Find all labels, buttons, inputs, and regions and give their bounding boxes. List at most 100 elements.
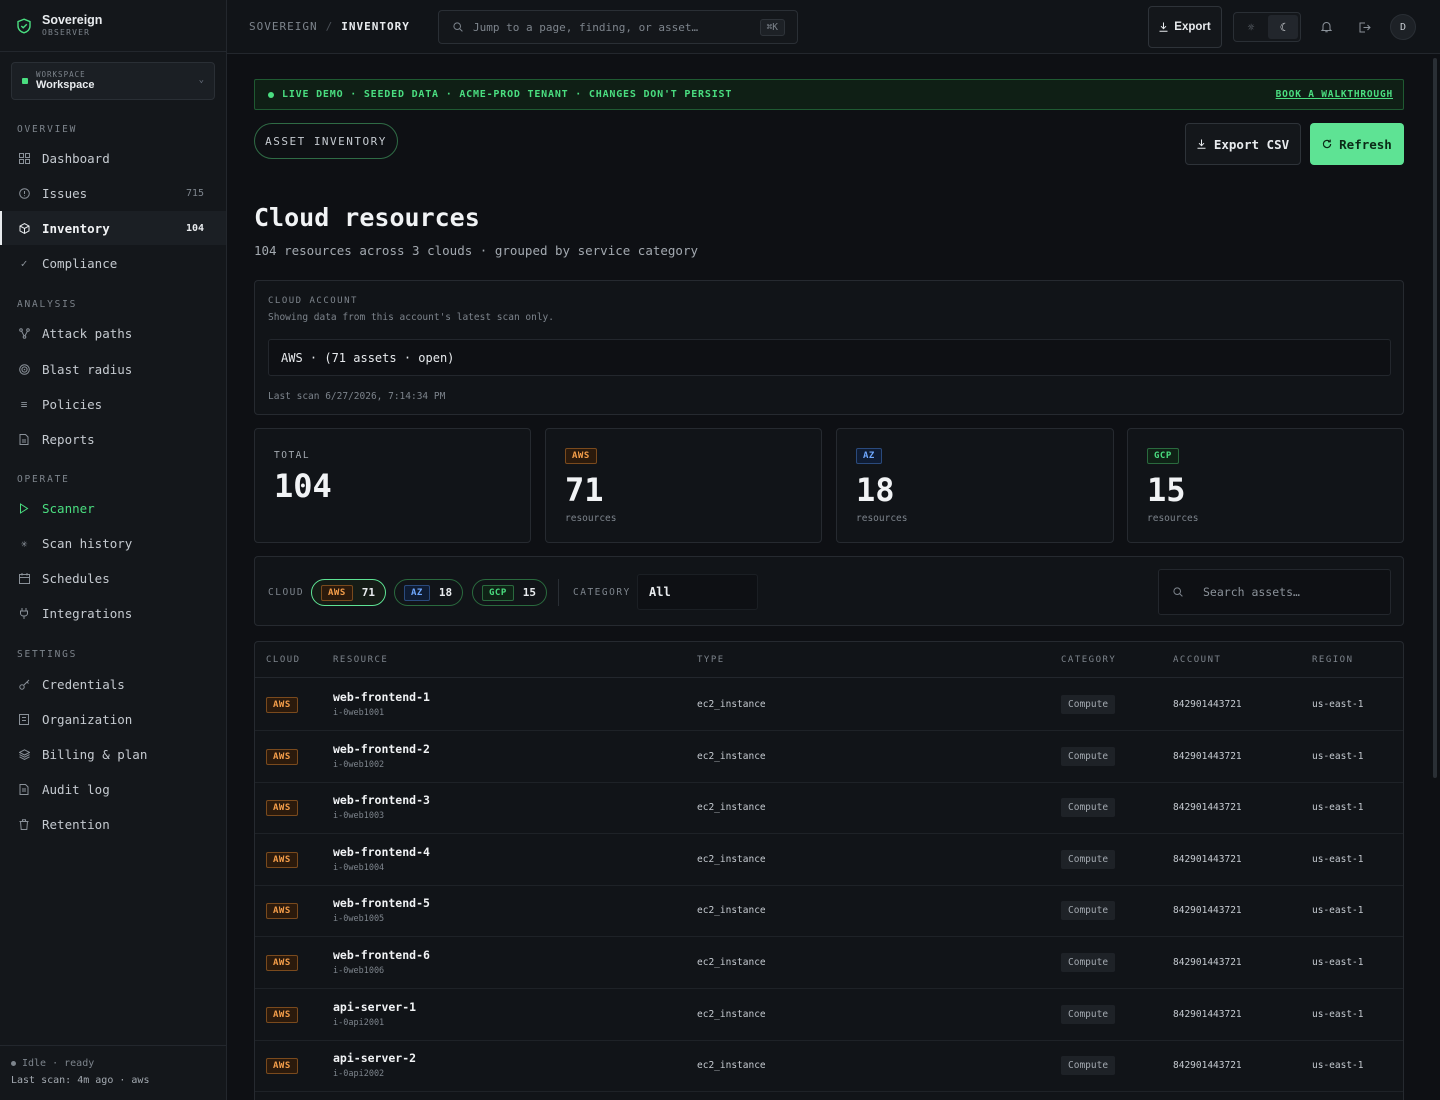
sidebar-item-attack-paths[interactable]: Attack paths (0, 316, 226, 350)
sidebar-item-schedules[interactable]: Schedules (0, 561, 226, 595)
sidebar-item-label: Compliance (42, 255, 118, 271)
sidebar-item-dashboard[interactable]: Dashboard (0, 141, 226, 175)
brand[interactable]: Sovereign OBSERVER (0, 0, 226, 52)
column-header-region[interactable]: REGION (1312, 655, 1354, 665)
scanner-status: Idle · ready (22, 1058, 95, 1069)
cloud-badge: AWS (266, 852, 298, 868)
sidebar-item-billing[interactable]: Billing & plan (0, 737, 226, 771)
export-label: Export (1174, 21, 1211, 33)
account-id: 842901443721 (1173, 854, 1242, 865)
breadcrumb-root[interactable]: SOVEREIGN (249, 20, 318, 33)
sidebar: Sovereign OBSERVER WORKSPACE Workspace ⌄… (0, 0, 227, 1100)
sidebar-item-audit-log[interactable]: Audit log (0, 772, 226, 806)
sun-icon[interactable]: ☼ (1236, 15, 1266, 39)
global-search-input[interactable]: Jump to a page, finding, or asset… ⌘K (438, 10, 798, 44)
nav-section-settings: SETTINGS (17, 649, 78, 660)
account-id: 842901443721 (1173, 905, 1242, 916)
cloud-chip-gcp[interactable]: GCP 15 (472, 579, 548, 606)
brand-subtitle: OBSERVER (42, 27, 91, 37)
workspace-status-dot (22, 78, 28, 84)
last-scan-info: Last scan: 4m ago · aws (11, 1075, 150, 1086)
logout-icon[interactable] (1355, 17, 1375, 37)
resource-name[interactable]: web-frontend-1 (333, 690, 430, 704)
table-row[interactable]: AWS api-server-1 i-0api2001 ec2_instance Com… (255, 989, 1403, 1041)
column-header-resource[interactable]: RESOURCE (333, 655, 388, 665)
column-header-cloud[interactable]: CLOUD (266, 655, 301, 665)
resource-name[interactable]: api-server-2 (333, 1051, 416, 1065)
stat-card-aws[interactable]: AWS 71 resources (545, 428, 822, 543)
moon-icon[interactable]: ☾ (1268, 15, 1298, 39)
sun-burst-icon: ✳ (20, 536, 28, 550)
column-header-category[interactable]: CATEGORY (1061, 655, 1116, 665)
table-row[interactable]: AWS web-frontend-6 i-0web1006 ec2_instance C… (255, 937, 1403, 989)
column-header-type[interactable]: TYPE (697, 655, 725, 665)
resource-name[interactable]: web-frontend-4 (333, 845, 430, 859)
cloud-chip-aws[interactable]: AWS 71 (311, 579, 387, 606)
target-icon (18, 363, 30, 375)
theme-toggle[interactable]: ☼ ☾ (1233, 12, 1301, 42)
resource-type: ec2_instance (697, 905, 766, 916)
sidebar-item-reports[interactable]: Reports (0, 422, 226, 456)
sidebar-item-issues[interactable]: Issues 715 (0, 176, 226, 210)
sidebar-item-scan-history[interactable]: ✳ Scan history (0, 526, 226, 560)
sidebar-item-compliance[interactable]: ✓ Compliance (0, 246, 226, 280)
resource-name[interactable]: web-frontend-6 (333, 948, 430, 962)
table-row[interactable]: AWS api-server-2 i-0api2002 ec2_instance Com… (255, 1040, 1403, 1092)
table-row[interactable]: AWS web-frontend-4 i-0web1004 ec2_instance C… (255, 834, 1403, 886)
category-filter-label: CATEGORY (573, 587, 631, 598)
page-scrollbar[interactable] (1433, 58, 1437, 778)
export-csv-label: Export CSV (1213, 136, 1290, 152)
sidebar-item-integrations[interactable]: Integrations (0, 596, 226, 630)
stat-gcp-value: 15 (1147, 471, 1186, 509)
stat-card-gcp[interactable]: GCP 15 resources (1127, 428, 1404, 543)
resource-id: i-0api2002 (333, 1069, 385, 1079)
sidebar-item-label: Organization (42, 711, 133, 727)
asset-search-input[interactable]: Search assets… (1158, 569, 1391, 615)
list-icon: ≡ (20, 397, 28, 411)
export-button[interactable]: Export (1148, 6, 1222, 48)
category-select[interactable]: All (637, 574, 758, 610)
avatar[interactable]: D (1390, 14, 1416, 40)
sidebar-item-inventory[interactable]: Inventory 104 (0, 211, 226, 245)
table-row[interactable]: AWS web-frontend-5 i-0web1005 ec2_instance C… (255, 885, 1403, 937)
table-row[interactable]: AWS web-frontend-2 i-0web1002 ec2_instance C… (255, 731, 1403, 783)
global-search-placeholder: Jump to a page, finding, or asset… (473, 20, 699, 34)
topbar: SOVEREIGN / INVENTORY Jump to a page, find… (227, 0, 1440, 54)
bell-icon[interactable] (1316, 17, 1336, 37)
status-dot (11, 1061, 16, 1066)
workspace-switcher[interactable]: WORKSPACE Workspace ⌄ (11, 62, 215, 100)
cloud-account-select[interactable]: AWS · (71 assets · open) (268, 339, 1391, 376)
stat-azure-value: 18 (856, 471, 895, 509)
cloud-chip-azure[interactable]: AZ 18 (394, 579, 464, 606)
sidebar-item-label: Attack paths (42, 325, 133, 341)
sidebar-item-organization[interactable]: Organization (0, 702, 226, 736)
sidebar-item-scanner[interactable]: Scanner (0, 491, 226, 525)
account-id: 842901443721 (1173, 1060, 1242, 1071)
resource-name[interactable]: web-frontend-5 (333, 896, 430, 910)
sidebar-item-policies[interactable]: ≡ Policies (0, 387, 226, 421)
cloud-badge: AWS (266, 903, 298, 919)
plug-icon (18, 607, 30, 619)
sidebar-item-label: Dashboard (42, 150, 110, 166)
refresh-button[interactable]: Refresh (1310, 123, 1404, 165)
shield-check-icon (17, 17, 31, 34)
column-header-account[interactable]: ACCOUNT (1173, 655, 1221, 665)
table-row[interactable]: AWS web-frontend-1 i-0web1001 ec2_instance C… (255, 679, 1403, 731)
sidebar-item-credentials[interactable]: Credentials (0, 667, 226, 701)
breadcrumb-current: INVENTORY (341, 20, 410, 33)
resource-name[interactable]: api-server-1 (333, 1000, 416, 1014)
export-csv-button[interactable]: Export CSV (1185, 123, 1301, 165)
stat-card-azure[interactable]: AZ 18 resources (836, 428, 1114, 543)
chip-count: 71 (361, 586, 376, 599)
table-row[interactable]: AWS web-frontend-3 i-0web1003 ec2_instance C… (255, 782, 1403, 834)
demo-banner-text: LIVE DEMO · SEEDED DATA · ACME-PROD TENA… (282, 89, 733, 100)
workspace-label: WORKSPACE (36, 70, 86, 79)
resource-id: i-0web1001 (333, 708, 385, 718)
sidebar-item-blast-radius[interactable]: Blast radius (0, 352, 226, 386)
resource-name[interactable]: web-frontend-3 (333, 793, 430, 807)
category-tag: Compute (1061, 798, 1116, 817)
book-walkthrough-link[interactable]: BOOK A WALKTHROUGH (1276, 89, 1393, 100)
workspace-name: Workspace (36, 79, 95, 91)
sidebar-item-retention[interactable]: Retention (0, 807, 226, 841)
resource-name[interactable]: web-frontend-2 (333, 742, 430, 756)
